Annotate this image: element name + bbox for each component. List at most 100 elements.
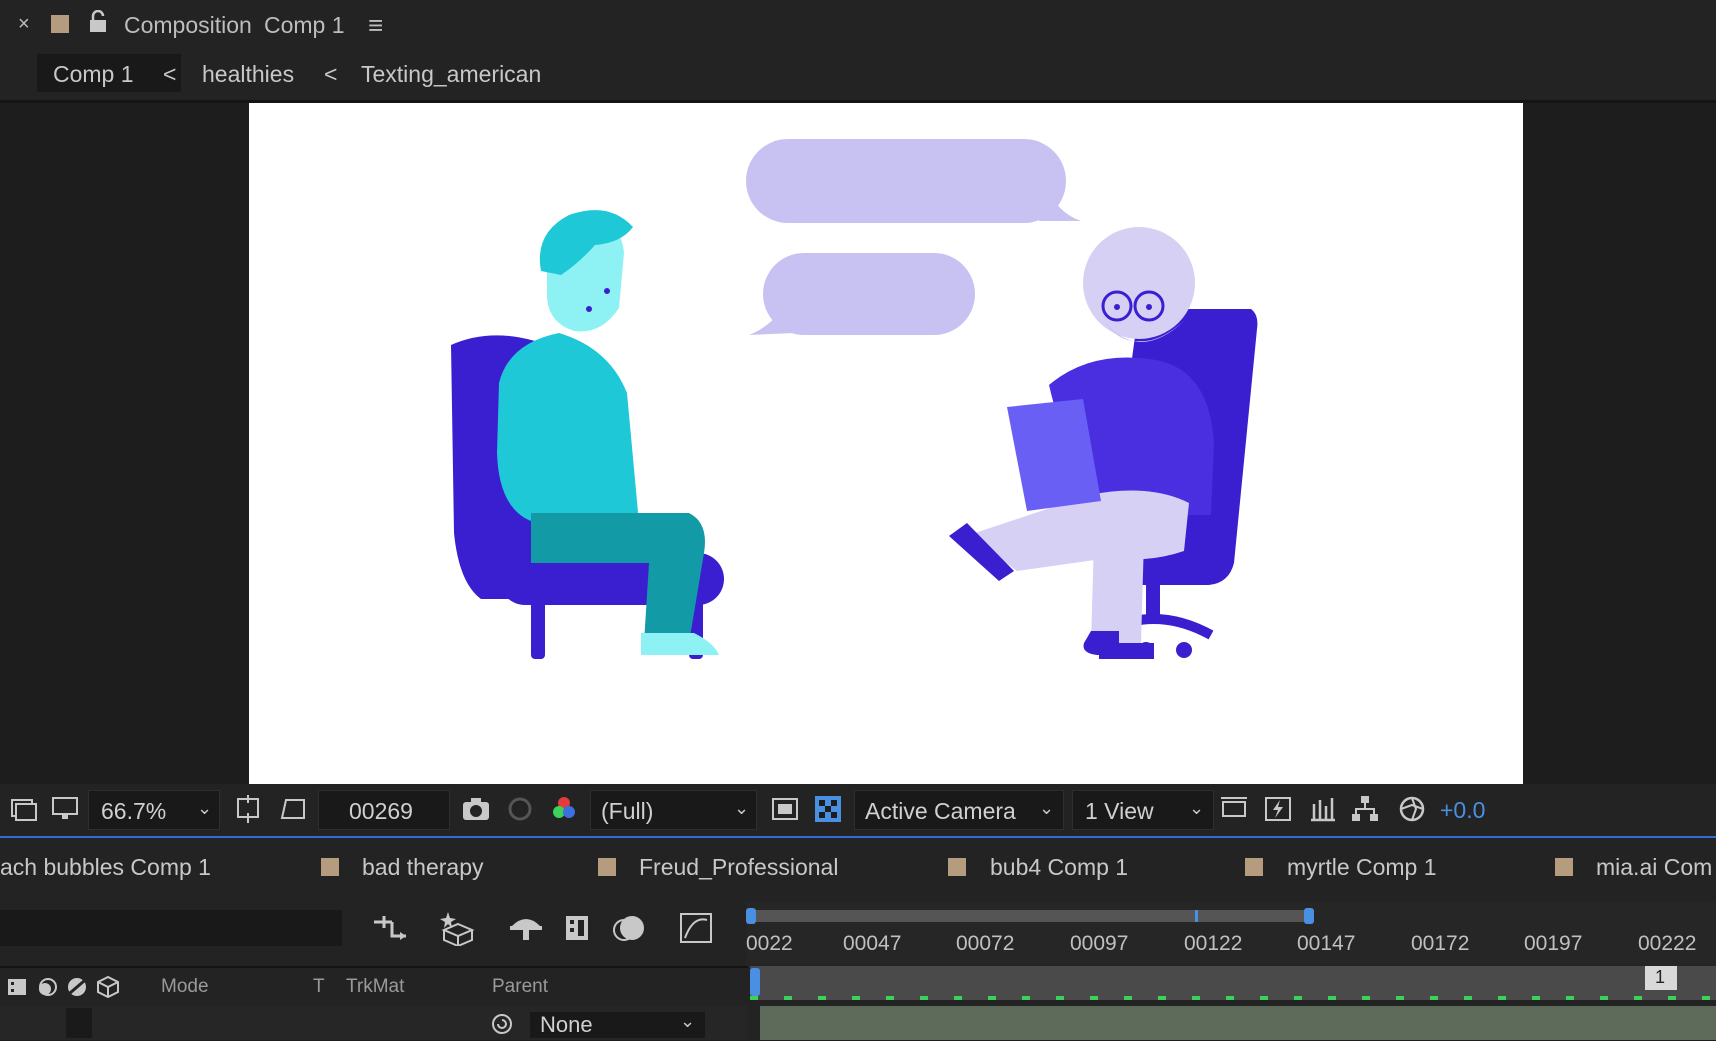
work-area-end-handle[interactable] (1304, 908, 1314, 924)
tab-bub4-comp[interactable]: bub4 Comp 1 (990, 854, 1128, 881)
tab-bad-therapy[interactable]: bad therapy (362, 854, 483, 881)
label-color-swatch[interactable] (51, 15, 69, 33)
toggle-pixel-aspect-icon[interactable] (1219, 794, 1249, 824)
frame-blending-icon[interactable] (562, 912, 594, 949)
ruler-tick: 0022 (746, 932, 793, 955)
parent-select[interactable]: None ⌄ (530, 1011, 705, 1038)
composition-viewer[interactable] (0, 103, 1716, 784)
pick-whip-icon[interactable] (490, 1012, 514, 1041)
comp-canvas[interactable] (249, 103, 1523, 784)
camera-select[interactable]: Active Camera ⌄ (854, 790, 1064, 830)
tab-myrtle-comp[interactable]: myrtle Comp 1 (1287, 854, 1437, 881)
column-t[interactable]: T (313, 976, 325, 998)
view-layout-value: 1 View (1085, 798, 1154, 824)
current-time-field[interactable]: 00269 (318, 790, 450, 830)
label-color-swatch (1555, 858, 1573, 876)
therapist-figure (949, 227, 1214, 659)
timeline-search-input[interactable] (0, 910, 342, 946)
view-layout-select[interactable]: 1 View ⌄ (1072, 790, 1214, 830)
active-comp-name: Comp 1 (264, 12, 345, 38)
label-color-swatch (948, 858, 966, 876)
ruler-tick: 00122 (1184, 932, 1243, 955)
current-time-value: 00269 (349, 798, 413, 824)
always-preview-icon[interactable] (8, 794, 38, 824)
fast-preview-bolt-icon[interactable] (1263, 794, 1293, 824)
close-panel-button[interactable]: × (18, 13, 30, 36)
draft-3d-icon[interactable] (438, 910, 478, 951)
quality-icon[interactable] (66, 976, 88, 1003)
column-trkmat[interactable]: TrkMat (346, 976, 404, 998)
camera-value: Active Camera (865, 798, 1016, 824)
resolution-value: (Full) (601, 798, 654, 824)
transparency-grid-icon[interactable] (813, 794, 843, 824)
current-time-indicator[interactable] (750, 968, 760, 996)
ruler-tick: 00222 (1638, 932, 1697, 955)
zoom-value: 66.7% (101, 798, 167, 824)
exposure-value[interactable]: +0.0 (1440, 797, 1485, 824)
layer-column-header: Mode T TrkMat Parent (0, 966, 748, 1004)
region-of-interest-icon[interactable] (278, 794, 308, 824)
work-area-start-handle[interactable] (746, 908, 756, 924)
color-channel-icon[interactable] (549, 794, 579, 824)
3d-layer-icon[interactable] (96, 975, 120, 1004)
chevron-down-icon: ⌄ (734, 798, 750, 818)
breadcrumb-item-healthies[interactable]: healthies (202, 61, 294, 88)
timeline-panel: 0022 00047 00072 00097 00122 00147 00172… (0, 898, 1716, 1040)
graph-editor-icon[interactable] (679, 912, 713, 949)
tab-mia-ai-comp[interactable]: mia.ai Com (1596, 854, 1712, 881)
speech-bubble-top (746, 139, 1081, 223)
parent-value: None (540, 1012, 593, 1037)
panel-label: Composition (124, 12, 252, 38)
solo-icon[interactable] (36, 976, 58, 1003)
chevron-down-icon: ⌄ (197, 798, 213, 818)
time-ruler[interactable]: 0022 00047 00072 00097 00122 00147 00172… (746, 902, 1716, 968)
flowchart-icon[interactable] (1350, 794, 1380, 824)
ruler-tick: 00197 (1524, 932, 1583, 955)
layer-label-cell[interactable] (66, 1008, 92, 1038)
viewer-toolbar: 66.7% ⌄ 00269 (Full) ⌄ Active Camera ⌄ 1… (0, 784, 1716, 838)
monitor-icon[interactable] (50, 794, 80, 824)
timeline-icon[interactable] (1308, 794, 1338, 824)
exposure-reset-icon[interactable] (1397, 794, 1427, 824)
menu-icon[interactable]: ≡ (368, 10, 383, 41)
fast-previews-icon[interactable] (770, 794, 800, 824)
label-color-swatch (1245, 858, 1263, 876)
breadcrumb-separator: < (324, 61, 338, 87)
speech-bubble-bottom (749, 253, 975, 335)
playhead-marker[interactable] (1195, 910, 1198, 922)
show-snapshot-icon[interactable] (505, 794, 535, 824)
work-area-bar[interactable] (750, 910, 1310, 922)
chevron-down-icon: ⌄ (1039, 798, 1055, 818)
ruler-tick: 00147 (1297, 932, 1356, 955)
tab-comp-bubbles[interactable]: ach bubbles Comp 1 (0, 854, 211, 881)
comp-marker[interactable]: 1 (1645, 966, 1677, 990)
cache-indicator (750, 996, 1716, 1000)
composition-panel-header: × Composition Comp 1 ≡ (0, 0, 1716, 50)
lock-icon[interactable] (88, 9, 108, 39)
video-switch-icon[interactable] (6, 976, 28, 1003)
layer-track-bar[interactable] (760, 1006, 1716, 1040)
breadcrumb: Comp 1 < healthies < Texting_american (0, 50, 1716, 103)
breadcrumb-item-comp1[interactable]: Comp 1 (53, 61, 134, 88)
shy-layers-icon[interactable] (508, 912, 544, 949)
motion-blur-icon[interactable] (612, 912, 646, 949)
comp-marker-label: 1 (1655, 967, 1666, 987)
layer-duration-bar[interactable]: 1 (750, 966, 1716, 1000)
comp-mini-flowchart-icon[interactable] (372, 912, 412, 949)
ruler-tick: 00172 (1411, 932, 1470, 955)
column-parent[interactable]: Parent (492, 976, 548, 998)
tab-freud-professional[interactable]: Freud_Professional (639, 854, 838, 881)
ruler-tick: 00047 (843, 932, 902, 955)
fit-icon[interactable] (233, 794, 263, 824)
ruler-tick: 00097 (1070, 932, 1129, 955)
therapy-illustration (451, 139, 1258, 659)
timeline-comp-tabs: ach bubbles Comp 1 bad therapy Freud_Pro… (0, 838, 1716, 898)
resolution-select[interactable]: (Full) ⌄ (590, 790, 757, 830)
breadcrumb-item-texting-american[interactable]: Texting_american (361, 61, 541, 88)
label-color-swatch (598, 858, 616, 876)
snapshot-icon[interactable] (461, 794, 491, 824)
zoom-select[interactable]: 66.7% ⌄ (88, 790, 220, 830)
ruler-tick: 00072 (956, 932, 1015, 955)
column-mode[interactable]: Mode (161, 976, 209, 998)
chevron-down-icon: ⌄ (680, 1011, 696, 1031)
